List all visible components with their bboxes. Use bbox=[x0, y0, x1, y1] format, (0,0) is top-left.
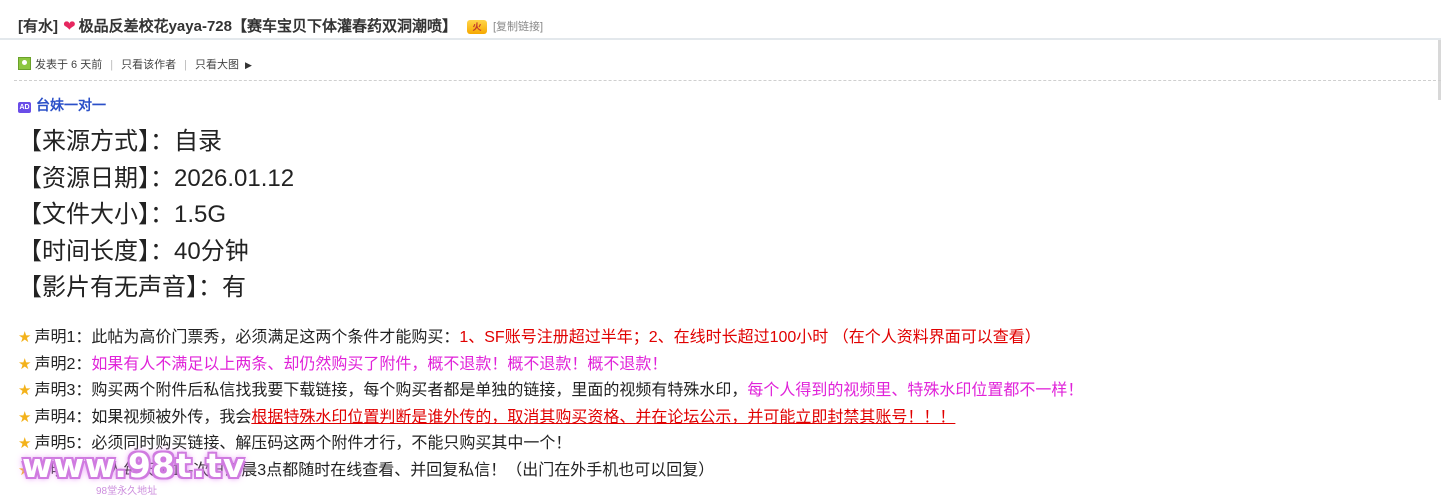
info-line: 【文件大小】：1.5G bbox=[18, 197, 294, 234]
declaration-4: ★ 声明4：如果视频被外传，我会根据特殊水印位置判断是谁外传的，取消其购买资格、并… bbox=[18, 405, 1083, 432]
star-icon: ★ bbox=[18, 382, 32, 399]
star-icon: ★ bbox=[18, 408, 32, 426]
post-meta-bar: 发表于 6 天前 | 只看该作者 | 只看大图 ▶ bbox=[18, 56, 252, 72]
info-label: 【来源方式】： bbox=[18, 128, 174, 155]
declaration-text: 声明3：购买两个附件后私信找我要下载链接，每个购买者都是单独的链接，里面的视频有… bbox=[34, 382, 748, 399]
site-watermark-subtitle: 98堂永久地址 bbox=[96, 486, 158, 497]
ad-badge-icon: AD bbox=[18, 102, 31, 113]
info-label: 【文件大小】： bbox=[18, 201, 174, 228]
declaration-3: ★ 声明3：购买两个附件后私信找我要下载链接，每个购买者都是单独的链接，里面的视频… bbox=[18, 378, 1083, 405]
meta-divider bbox=[14, 80, 1441, 81]
info-value: 自录 bbox=[174, 128, 222, 155]
post-title: [有水] ❤ 极品反差校花yaya-728【赛车宝贝下体灌春药双洞潮喷】火 [复制链接… bbox=[18, 15, 543, 36]
divider: | bbox=[184, 59, 187, 71]
star-icon: ★ bbox=[18, 329, 32, 346]
site-watermark: www.98t.tv bbox=[22, 446, 246, 485]
declaration-text: 声明4：如果视频被外传，我会 bbox=[34, 408, 252, 426]
post-title-text: 极品反差校花yaya-728【赛车宝贝下体灌春药双洞潮喷】 bbox=[78, 18, 457, 35]
post-tag[interactable]: [有水] bbox=[18, 18, 58, 35]
info-label: 【资源日期】： bbox=[18, 164, 174, 192]
info-value: 2026.01.12 bbox=[174, 164, 295, 192]
star-icon: ★ bbox=[18, 355, 32, 373]
hot-badge-icon: 火 bbox=[466, 20, 487, 34]
divider: | bbox=[110, 59, 114, 71]
only-author-link[interactable]: 只看该作者 bbox=[121, 59, 176, 71]
declaration-1: ★ 声明1：此帖为高价门票秀，必须满足这两个条件才能购买：1、SF账号注册超过半年… bbox=[18, 325, 1083, 352]
info-line: 【资源日期】：2026.01.12 bbox=[18, 161, 294, 198]
info-line: 【影片有无声音】：有 bbox=[18, 270, 294, 307]
info-value: 1.5G bbox=[174, 201, 227, 228]
arrow-right-icon[interactable]: ▶ bbox=[245, 60, 252, 70]
declaration-highlight: 1、SF账号注册超过半年；2、在线时长超过100小时 （在个人资料界面可以查看） bbox=[459, 329, 1041, 346]
info-label: 【时间长度】： bbox=[18, 237, 174, 265]
heart-icon: ❤ bbox=[63, 18, 76, 35]
post-title-bar: [有水] ❤ 极品反差校花yaya-728【赛车宝贝下体灌春药双洞潮喷】火 [复制链接… bbox=[0, 0, 1441, 40]
copy-link-button[interactable]: [复制链接] bbox=[493, 21, 543, 33]
info-value: 40分钟 bbox=[174, 237, 249, 265]
resource-info: 【来源方式】：自录 【资源日期】：2026.01.12 【文件大小】：1.5G … bbox=[18, 124, 294, 307]
info-value: 有 bbox=[222, 274, 246, 301]
declaration-highlight: 如果有人不满足以上两条、却仍然购买了附件，概不退款！概不退款！概不退款！ bbox=[91, 355, 668, 373]
info-label: 【影片有无声音】： bbox=[18, 274, 222, 301]
ad-link[interactable]: AD 台妹一对一 bbox=[18, 95, 106, 115]
declaration-text: 声明1：此帖为高价门票秀，必须满足这两个条件才能购买： bbox=[34, 329, 460, 346]
declaration-highlight: 根据特殊水印位置判断是谁外传的，取消其购买资格、并在论坛公示，并可能立即封禁其账… bbox=[251, 408, 956, 426]
declaration-highlight: 每个人得到的视频里、特殊水印位置都不一样！ bbox=[747, 382, 1084, 399]
info-line: 【来源方式】：自录 bbox=[18, 124, 294, 161]
ad-text[interactable]: 台妹一对一 bbox=[36, 97, 106, 113]
posted-time: 发表于 6 天前 bbox=[35, 59, 103, 71]
declaration-2: ★ 声明2：如果有人不满足以上两条、却仍然购买了附件，概不退款！概不退款！概不退款… bbox=[18, 352, 1083, 379]
info-line: 【时间长度】：40分钟 bbox=[18, 234, 294, 271]
user-online-icon bbox=[18, 57, 31, 70]
declaration-text: 声明2： bbox=[34, 355, 92, 373]
only-images-link[interactable]: 只看大图 bbox=[195, 59, 239, 71]
